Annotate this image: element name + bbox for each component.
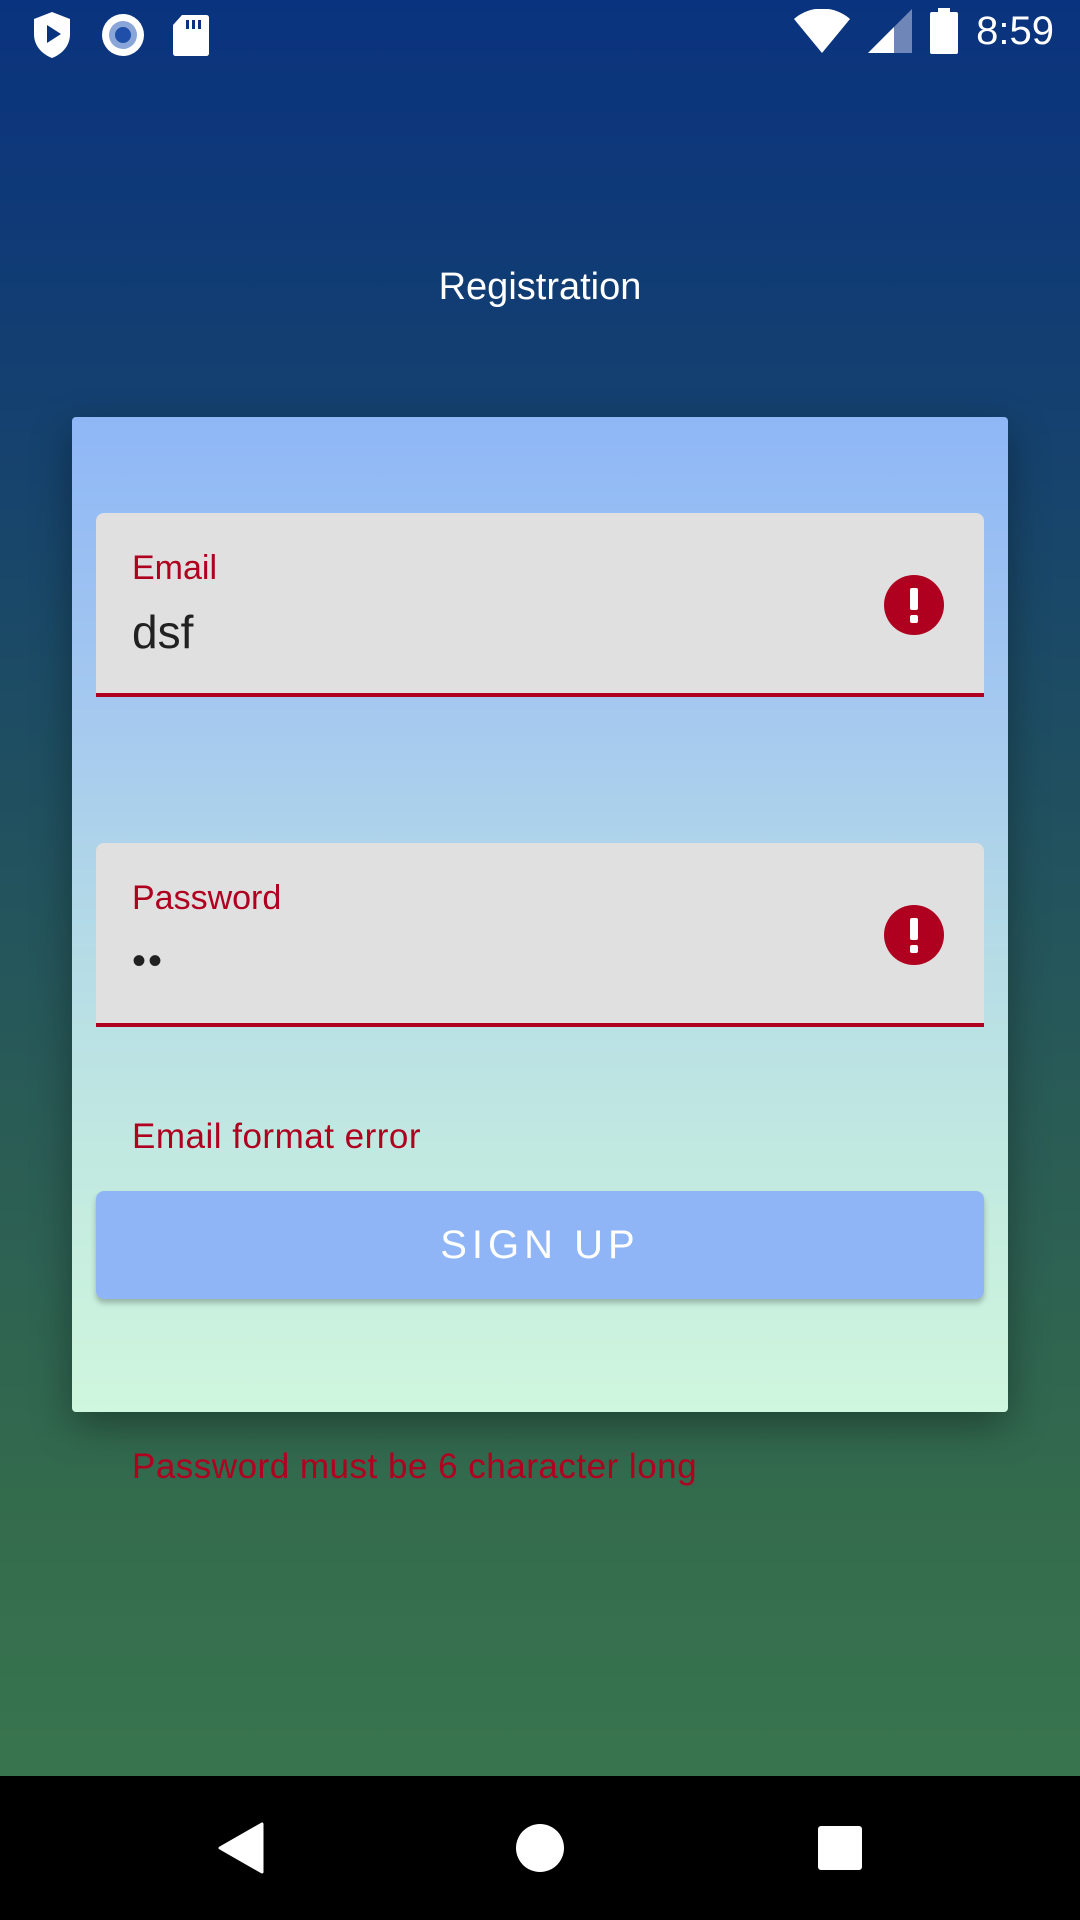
play-protect-icon [30,10,74,60]
cell-signal-icon [868,9,913,53]
error-icon [884,575,944,635]
radio-circle-icon [100,12,146,58]
email-error-text: Email format error [132,1117,422,1156]
navigation-bar [0,1776,1080,1920]
email-field[interactable]: Email dsf [96,513,984,697]
battery-icon [930,8,959,54]
sd-card-icon [172,13,210,57]
registration-card: Email dsf Email format error Password ••… [72,417,1008,1486]
password-input[interactable]: •• [132,939,164,984]
error-icon [884,905,944,965]
wifi-icon [794,9,851,53]
password-field[interactable]: Password •• [96,843,984,1027]
sign-up-button[interactable]: SIGN UP [96,1191,984,1299]
page-title: Registration [438,266,642,308]
password-label: Password [132,879,282,917]
home-icon[interactable] [508,1816,572,1880]
password-error-text: Password must be 6 character long [132,1447,698,1486]
status-time: 8:59 [976,8,1054,53]
email-input[interactable]: dsf [132,605,193,659]
back-icon[interactable] [208,1816,272,1880]
status-icons-left [30,10,210,60]
status-bar: 8:59 [0,0,1080,72]
email-label: Email [132,549,218,587]
recents-icon[interactable] [808,1816,872,1880]
status-icons-right: 8:59 [794,8,1054,54]
